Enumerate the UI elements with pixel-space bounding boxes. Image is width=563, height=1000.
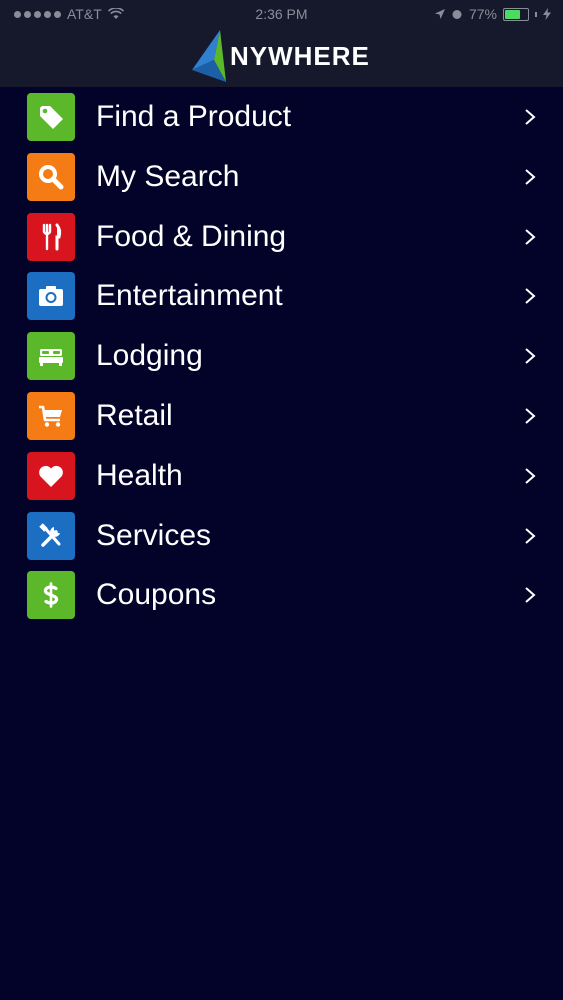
icon-box [27,451,75,500]
camera-icon [39,286,63,307]
menu-item-label: Find a Product [96,100,292,133]
icon-box [27,212,75,261]
menu-item-label: Health [96,458,183,492]
menu-item-lodging[interactable]: Lodging [0,326,563,386]
chevron-right-icon [525,527,536,544]
icon-box [27,332,75,381]
location-arrow-icon [434,9,445,19]
status-right: 77% [434,6,551,22]
fork-knife-icon [42,223,62,251]
chevron-right-icon [525,348,536,364]
tools-icon [39,522,61,547]
logo-text: NYWHERE [230,40,370,71]
icon-box [27,93,75,141]
chevron-right-icon [525,288,536,305]
chevron-right-icon [525,109,536,125]
battery-icon [503,7,529,21]
menu-item-label: Lodging [96,339,203,373]
menu-item-retail[interactable]: Retail [0,386,563,446]
menu-item-find-a-product[interactable]: Find a Product [0,87,563,147]
chevron-right-icon [525,228,536,245]
status-bar: AT&T 2:36 PM 77% [0,0,563,28]
heart-icon [39,465,63,487]
shopping-cart-icon [39,405,62,427]
menu-item-label: Entertainment [96,279,283,313]
menu-item-coupons[interactable]: Coupons [0,565,563,625]
icon-box [27,152,75,201]
logo-arrow-icon [192,30,226,82]
battery-fill [505,9,521,19]
chevron-right-icon [525,587,536,604]
anywhere-logo: NYWHERE [190,28,370,84]
menu-item-services[interactable]: Services [0,506,563,566]
menu-item-label: My Search [96,159,240,193]
menu-item-label: Retail [96,398,173,432]
chevron-right-icon [525,408,536,424]
menu-item-food-dining[interactable]: Food & Dining [0,207,563,267]
chevron-right-icon [525,169,536,185]
charging-bolt-icon [543,8,551,20]
tag-icon [40,106,63,129]
icon-box [27,511,75,560]
menu-item-entertainment[interactable]: Entertainment [0,266,563,326]
menu-item-label: Food & Dining [96,219,287,253]
search-icon [39,164,64,190]
category-menu: Find a Product My Search Food & Dining E… [0,87,563,625]
chevron-right-icon [525,468,536,484]
battery-tip [535,11,537,17]
dollar-icon [43,582,59,609]
menu-item-health[interactable]: Health [0,446,563,506]
icon-box [27,391,75,440]
menu-item-label: Coupons [96,578,217,612]
alarm-icon [452,10,462,19]
battery-percent: 77% [468,6,497,22]
icon-box [27,272,75,321]
app-header: AT&T 2:36 PM 77% NYWHERE [0,0,563,87]
menu-item-label: Services [96,518,212,552]
icon-box [27,571,75,620]
bed-icon [39,349,63,367]
menu-item-my-search[interactable]: My Search [0,147,563,207]
